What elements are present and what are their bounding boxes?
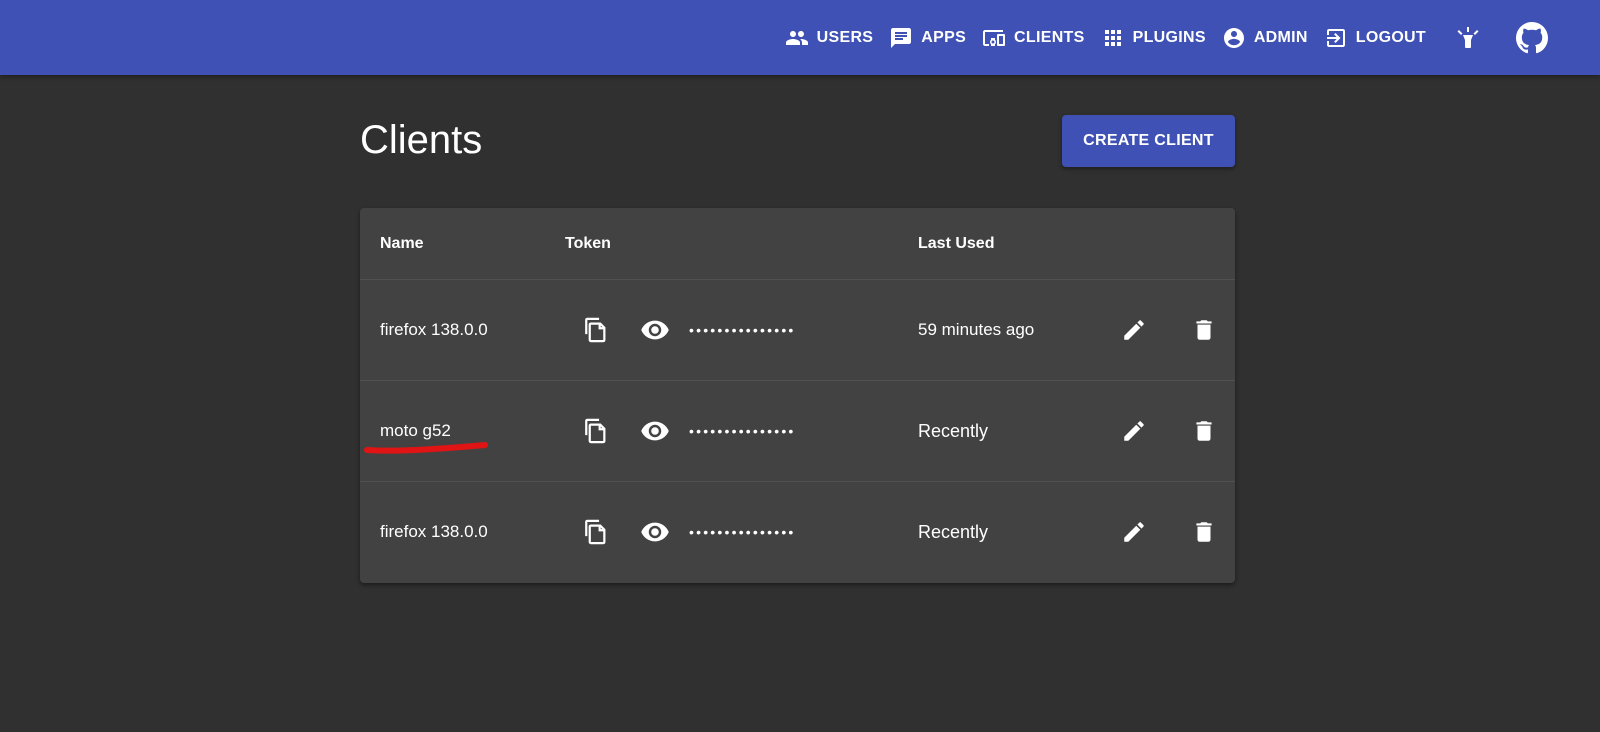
eye-icon — [640, 517, 670, 547]
nav-apps-button[interactable]: APPS — [881, 18, 974, 58]
edit-client-button[interactable] — [1110, 306, 1158, 354]
trash-icon — [1191, 519, 1217, 545]
table-row: moto g52 ••••••••••••••• Recently — [360, 381, 1235, 482]
show-token-button[interactable] — [631, 306, 679, 354]
devices-icon — [982, 26, 1006, 50]
copy-icon — [581, 316, 609, 344]
show-token-button[interactable] — [631, 508, 679, 556]
red-underline-annotation — [364, 442, 488, 454]
token-value: ••••••••••••••• — [689, 322, 796, 338]
edit-pencil-icon — [1121, 519, 1147, 545]
client-name: firefox 138.0.0 — [380, 522, 488, 541]
copy-token-button[interactable] — [571, 306, 619, 354]
client-name: moto g52 — [380, 421, 451, 440]
table-header-row: Name Token Last Used — [360, 208, 1235, 280]
app-bar: USERS APPS CLIENTS PLUGINS ADMIN LOGOUT — [0, 0, 1600, 75]
nav-logout-button[interactable]: LOGOUT — [1316, 18, 1434, 58]
clients-table: Name Token Last Used firefox 138.0.0 •••… — [360, 208, 1235, 583]
nav-admin-button[interactable]: ADMIN — [1214, 18, 1316, 58]
eye-icon — [640, 315, 670, 345]
copy-icon — [581, 518, 609, 546]
github-icon — [1516, 21, 1548, 54]
page-title: Clients — [360, 118, 483, 162]
last-used: Recently — [918, 421, 989, 441]
eye-icon — [640, 416, 670, 446]
github-link-button[interactable] — [1508, 14, 1556, 62]
create-client-button[interactable]: CREATE CLIENT — [1062, 115, 1235, 167]
nav-logout-label: LOGOUT — [1355, 28, 1426, 46]
nav-clients-label: CLIENTS — [1014, 28, 1085, 46]
lightbulb-icon — [1455, 25, 1481, 51]
nav-plugins-button[interactable]: PLUGINS — [1093, 18, 1214, 58]
trash-icon — [1191, 418, 1217, 444]
token-value: ••••••••••••••• — [689, 524, 796, 540]
edit-client-button[interactable] — [1110, 407, 1158, 455]
nav-users-button[interactable]: USERS — [777, 18, 882, 58]
column-header-token: Token — [565, 235, 611, 252]
edit-pencil-icon — [1121, 317, 1147, 343]
copy-token-button[interactable] — [571, 508, 619, 556]
chat-icon — [889, 26, 913, 50]
table-row: firefox 138.0.0 ••••••••••••••• Recently — [360, 482, 1235, 582]
table-row: firefox 138.0.0 ••••••••••••••• 59 minut… — [360, 280, 1235, 381]
nav-plugins-label: PLUGINS — [1132, 28, 1206, 46]
copy-icon — [581, 417, 609, 445]
trash-icon — [1191, 317, 1217, 343]
column-header-name: Name — [380, 235, 424, 252]
nav-bar: USERS APPS CLIENTS PLUGINS ADMIN LOGOUT — [777, 0, 1600, 75]
delete-client-button[interactable] — [1180, 407, 1228, 455]
nav-admin-label: ADMIN — [1253, 28, 1308, 46]
exit-icon — [1324, 26, 1348, 50]
nav-users-label: USERS — [816, 28, 874, 46]
last-used: 59 minutes ago — [918, 320, 1035, 339]
token-value: ••••••••••••••• — [689, 423, 796, 439]
apps-grid-icon — [1101, 26, 1125, 50]
account-circle-icon — [1222, 26, 1246, 50]
show-token-button[interactable] — [631, 407, 679, 455]
nav-clients-button[interactable]: CLIENTS — [974, 18, 1093, 58]
delete-client-button[interactable] — [1180, 508, 1228, 556]
client-name: firefox 138.0.0 — [380, 320, 488, 339]
delete-client-button[interactable] — [1180, 306, 1228, 354]
copy-token-button[interactable] — [571, 407, 619, 455]
theme-toggle-button[interactable] — [1444, 14, 1492, 62]
nav-apps-label: APPS — [921, 28, 967, 46]
column-header-last-used: Last Used — [918, 235, 995, 252]
people-icon — [785, 26, 809, 50]
edit-client-button[interactable] — [1110, 508, 1158, 556]
last-used: Recently — [918, 522, 989, 542]
edit-pencil-icon — [1121, 418, 1147, 444]
